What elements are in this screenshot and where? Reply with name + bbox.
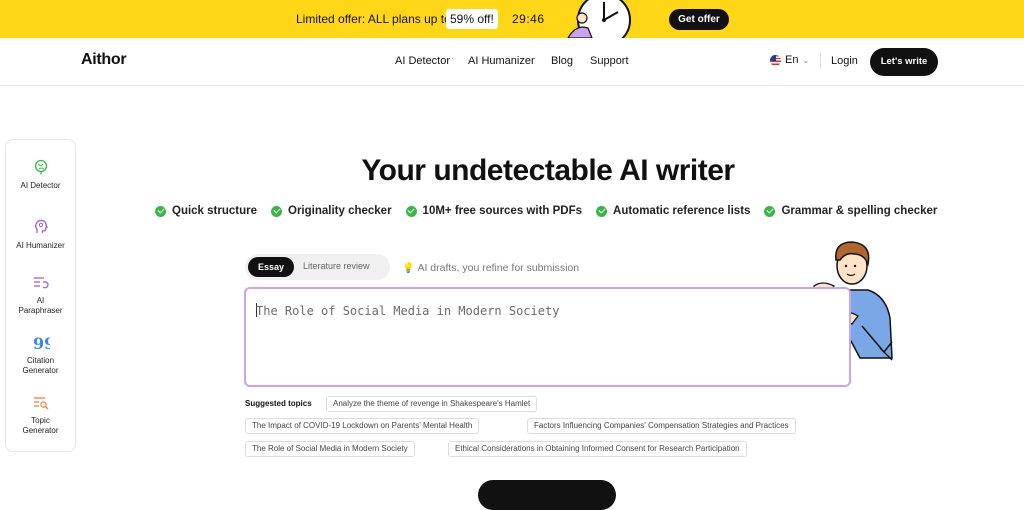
check-icon bbox=[155, 205, 166, 217]
feature-item: Quick structure bbox=[155, 205, 257, 217]
topic-input[interactable]: The Role of Social Media in Modern Socie… bbox=[244, 287, 851, 387]
suggested-topic-chip[interactable]: Analyze the theme of revenge in Shakespe… bbox=[326, 396, 538, 412]
promo-text: Limited offer: ALL plans up to bbox=[296, 12, 451, 26]
sidebar-item-ai-humanizer[interactable]: AI Humanizer bbox=[6, 219, 75, 251]
sidebar-item-label: Topic Generator bbox=[22, 416, 59, 435]
us-flag-icon bbox=[770, 54, 781, 66]
suggested-topics-label: Suggested topics bbox=[245, 399, 312, 408]
feature-label: Quick structure bbox=[172, 205, 257, 217]
header-divider bbox=[820, 53, 821, 69]
top-navigation: Aithor AI Detector AI Humanizer Blog Sup… bbox=[0, 38, 1024, 86]
quote-icon: 99 bbox=[33, 336, 50, 350]
logo[interactable]: Aithor bbox=[81, 51, 127, 69]
mode-tabs: Essay Literature review bbox=[245, 254, 390, 280]
get-offer-button[interactable]: Get offer bbox=[669, 9, 729, 30]
sidebar-item-ai-paraphraser[interactable]: AI Paraphraser bbox=[6, 276, 75, 316]
feature-item: Originality checker bbox=[271, 205, 392, 217]
suggested-topic-chip[interactable]: The Impact of COVID-19 Lockdown on Paren… bbox=[245, 418, 480, 434]
lets-write-button[interactable]: Let's write bbox=[870, 48, 938, 76]
head-icon bbox=[34, 219, 48, 233]
tab-literature-review[interactable]: Literature review bbox=[303, 261, 370, 271]
language-label: En bbox=[785, 54, 799, 66]
chevron-down-icon: ⌄ bbox=[802, 55, 810, 65]
sidebar-item-label: AI Humanizer bbox=[16, 241, 65, 250]
sidebar-item-label: AI Paraphraser bbox=[18, 296, 63, 315]
promo-timer: 29:46 bbox=[512, 12, 545, 26]
topic-search-icon bbox=[33, 397, 48, 410]
svg-text:99: 99 bbox=[33, 336, 50, 350]
sidebar-item-label: Citation Generator bbox=[22, 356, 59, 375]
hint-text: 💡 AI drafts, you refine for submission bbox=[402, 262, 579, 274]
lightbulb-icon: 💡 bbox=[402, 262, 415, 274]
login-link[interactable]: Login bbox=[831, 55, 858, 67]
tab-essay[interactable]: Essay bbox=[248, 257, 294, 277]
feature-label: Automatic reference lists bbox=[613, 205, 751, 217]
feature-label: Grammar & spelling checker bbox=[781, 205, 938, 217]
feature-list: Quick structure Originality checker 10M+… bbox=[155, 205, 937, 217]
feature-item: Automatic reference lists bbox=[596, 205, 750, 217]
check-icon bbox=[764, 205, 776, 217]
check-icon bbox=[405, 205, 417, 217]
suggested-topic-chip[interactable]: The Role of Social Media in Modern Socie… bbox=[245, 441, 415, 457]
hint-label: AI drafts, you refine for submission bbox=[417, 262, 580, 274]
nav-support[interactable]: Support bbox=[590, 55, 629, 67]
paraphrase-icon bbox=[33, 277, 49, 289]
feature-item: 10M+ free sources with PDFs bbox=[405, 205, 583, 217]
topic-input-value: The Role of Social Media in Modern Socie… bbox=[256, 303, 560, 318]
feature-label: Originality checker bbox=[288, 205, 392, 217]
sidebar-item-citation-generator[interactable]: 99 Citation Generator bbox=[6, 336, 75, 376]
nav-ai-detector[interactable]: AI Detector bbox=[395, 55, 450, 67]
generate-button[interactable] bbox=[478, 480, 616, 510]
check-icon bbox=[271, 205, 282, 217]
feature-item: Grammar & spelling checker bbox=[764, 205, 937, 217]
clock-illustration-icon bbox=[567, 0, 631, 38]
feature-label: 10M+ free sources with PDFs bbox=[422, 205, 583, 217]
nav-ai-humanizer[interactable]: AI Humanizer bbox=[468, 55, 535, 67]
check-icon bbox=[596, 205, 608, 217]
promo-banner: Limited offer: ALL plans up to 59% off! … bbox=[0, 0, 1024, 38]
suggested-topic-chip[interactable]: Ethical Considerations in Obtaining Info… bbox=[448, 441, 747, 457]
nav-blog[interactable]: Blog bbox=[551, 55, 573, 67]
suggested-topic-chip[interactable]: Factors Influencing Companies' Compensat… bbox=[527, 418, 796, 434]
language-selector[interactable]: En ⌄ bbox=[770, 54, 809, 66]
page-title: Your undetectable AI writer bbox=[361, 154, 735, 187]
sidebar-item-topic-generator[interactable]: Topic Generator bbox=[6, 396, 75, 436]
promo-discount-badge: 59% off! bbox=[446, 9, 498, 29]
